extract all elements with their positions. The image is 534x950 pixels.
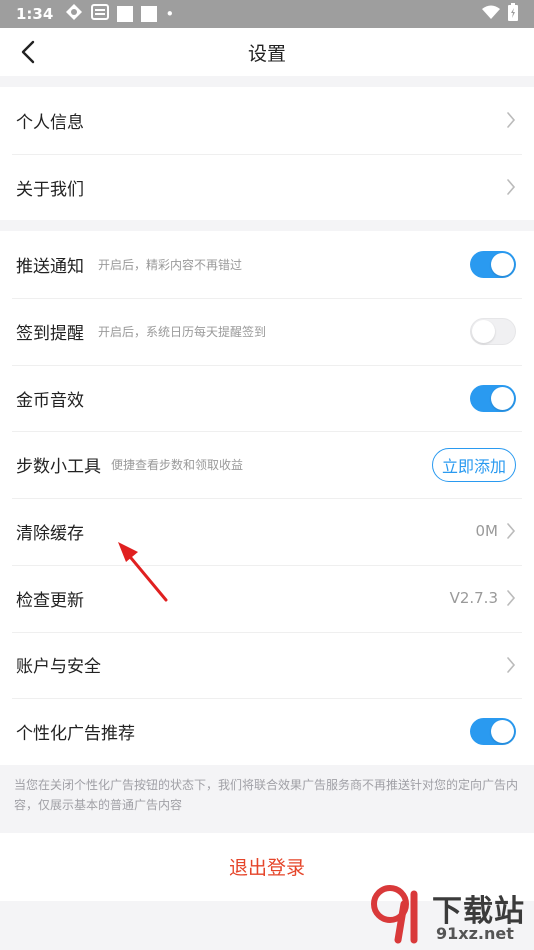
- coin-sound-toggle[interactable]: [470, 384, 516, 412]
- settings-item-about-us[interactable]: 关于我们: [0, 153, 534, 221]
- annotation-arrow-icon: [118, 542, 168, 602]
- settings-item-label: 个性化广告推荐: [16, 724, 135, 745]
- notification-square-icon: [141, 6, 158, 22]
- settings-item-checkin-reminder: 签到提醒 开启后，系统日历每天提醒签到: [0, 298, 534, 365]
- settings-item-label: 金币音效: [16, 390, 84, 411]
- settings-group-preferences: 推送通知 开启后，精彩内容不再错过 签到提醒 开启后，系统日历每天提醒签到 金币…: [0, 231, 534, 765]
- status-bar: 1:34 •: [0, 0, 534, 28]
- chevron-right-icon: [507, 657, 516, 673]
- app-notification-icon: [65, 3, 83, 25]
- settings-item-label: 推送通知: [16, 257, 84, 278]
- wifi-icon: [482, 5, 500, 23]
- settings-item-label: 检查更新: [16, 590, 84, 611]
- watermark-url: 91xz.net: [436, 924, 514, 943]
- checkin-reminder-toggle[interactable]: [470, 317, 516, 345]
- watermark-logo-icon: [371, 885, 418, 944]
- personalized-ads-toggle[interactable]: [470, 718, 516, 746]
- settings-item-hint: 开启后，精彩内容不再错过: [98, 258, 243, 273]
- settings-item-label: 清除缓存: [16, 523, 84, 544]
- chevron-right-icon: [507, 590, 516, 606]
- settings-item-label: 关于我们: [16, 179, 84, 200]
- cache-size-value: 0M: [475, 522, 499, 541]
- settings-group-profile: 个人信息 关于我们: [0, 87, 534, 221]
- chevron-left-icon: [21, 40, 35, 64]
- logout-label: 退出登录: [228, 857, 305, 880]
- top-nav-bar: 设置: [0, 28, 534, 76]
- settings-item-push-notification: 推送通知 开启后，精彩内容不再错过: [0, 231, 534, 298]
- keyboard-notification-icon: [91, 4, 110, 24]
- battery-icon: [508, 3, 518, 25]
- settings-item-hint: 开启后，系统日历每天提醒签到: [98, 324, 267, 339]
- page-title: 设置: [247, 42, 286, 65]
- settings-item-personal-info[interactable]: 个人信息: [0, 87, 534, 154]
- settings-item-coin-sound: 金币音效: [0, 364, 534, 432]
- chevron-right-icon: [507, 523, 516, 540]
- settings-item-check-update[interactable]: 检查更新 V2.7.3: [0, 564, 534, 632]
- settings-item-step-widget: 步数小工具 便捷查看步数和领取收益 立即添加: [0, 431, 534, 498]
- settings-item-clear-cache[interactable]: 清除缓存 0M: [0, 498, 534, 565]
- chevron-right-icon: [507, 112, 516, 129]
- settings-item-hint: 便捷查看步数和领取收益: [111, 458, 244, 473]
- back-button[interactable]: [14, 38, 42, 66]
- status-time: 1:34: [16, 5, 54, 23]
- settings-item-label: 步数小工具: [16, 457, 101, 478]
- settings-item-label: 账户与安全: [16, 657, 101, 678]
- site-watermark: 下载站 91xz.net: [370, 884, 530, 946]
- settings-item-account-security[interactable]: 账户与安全: [0, 631, 534, 699]
- chevron-right-icon: [507, 179, 516, 195]
- notification-square-icon: [117, 6, 134, 22]
- version-value: V2.7.3: [449, 589, 498, 608]
- ads-notice-text: 当您在关闭个性化广告按钮的状态下，我们将联合效果广告服务商不再推送针对您的定向广…: [0, 764, 534, 833]
- settings-item-personalized-ads: 个性化广告推荐: [0, 698, 534, 765]
- add-widget-button[interactable]: 立即添加: [431, 447, 516, 482]
- more-dot-icon: •: [165, 5, 175, 23]
- push-notification-toggle[interactable]: [470, 251, 516, 279]
- settings-item-label: 签到提醒: [16, 323, 84, 344]
- settings-item-label: 个人信息: [16, 112, 84, 133]
